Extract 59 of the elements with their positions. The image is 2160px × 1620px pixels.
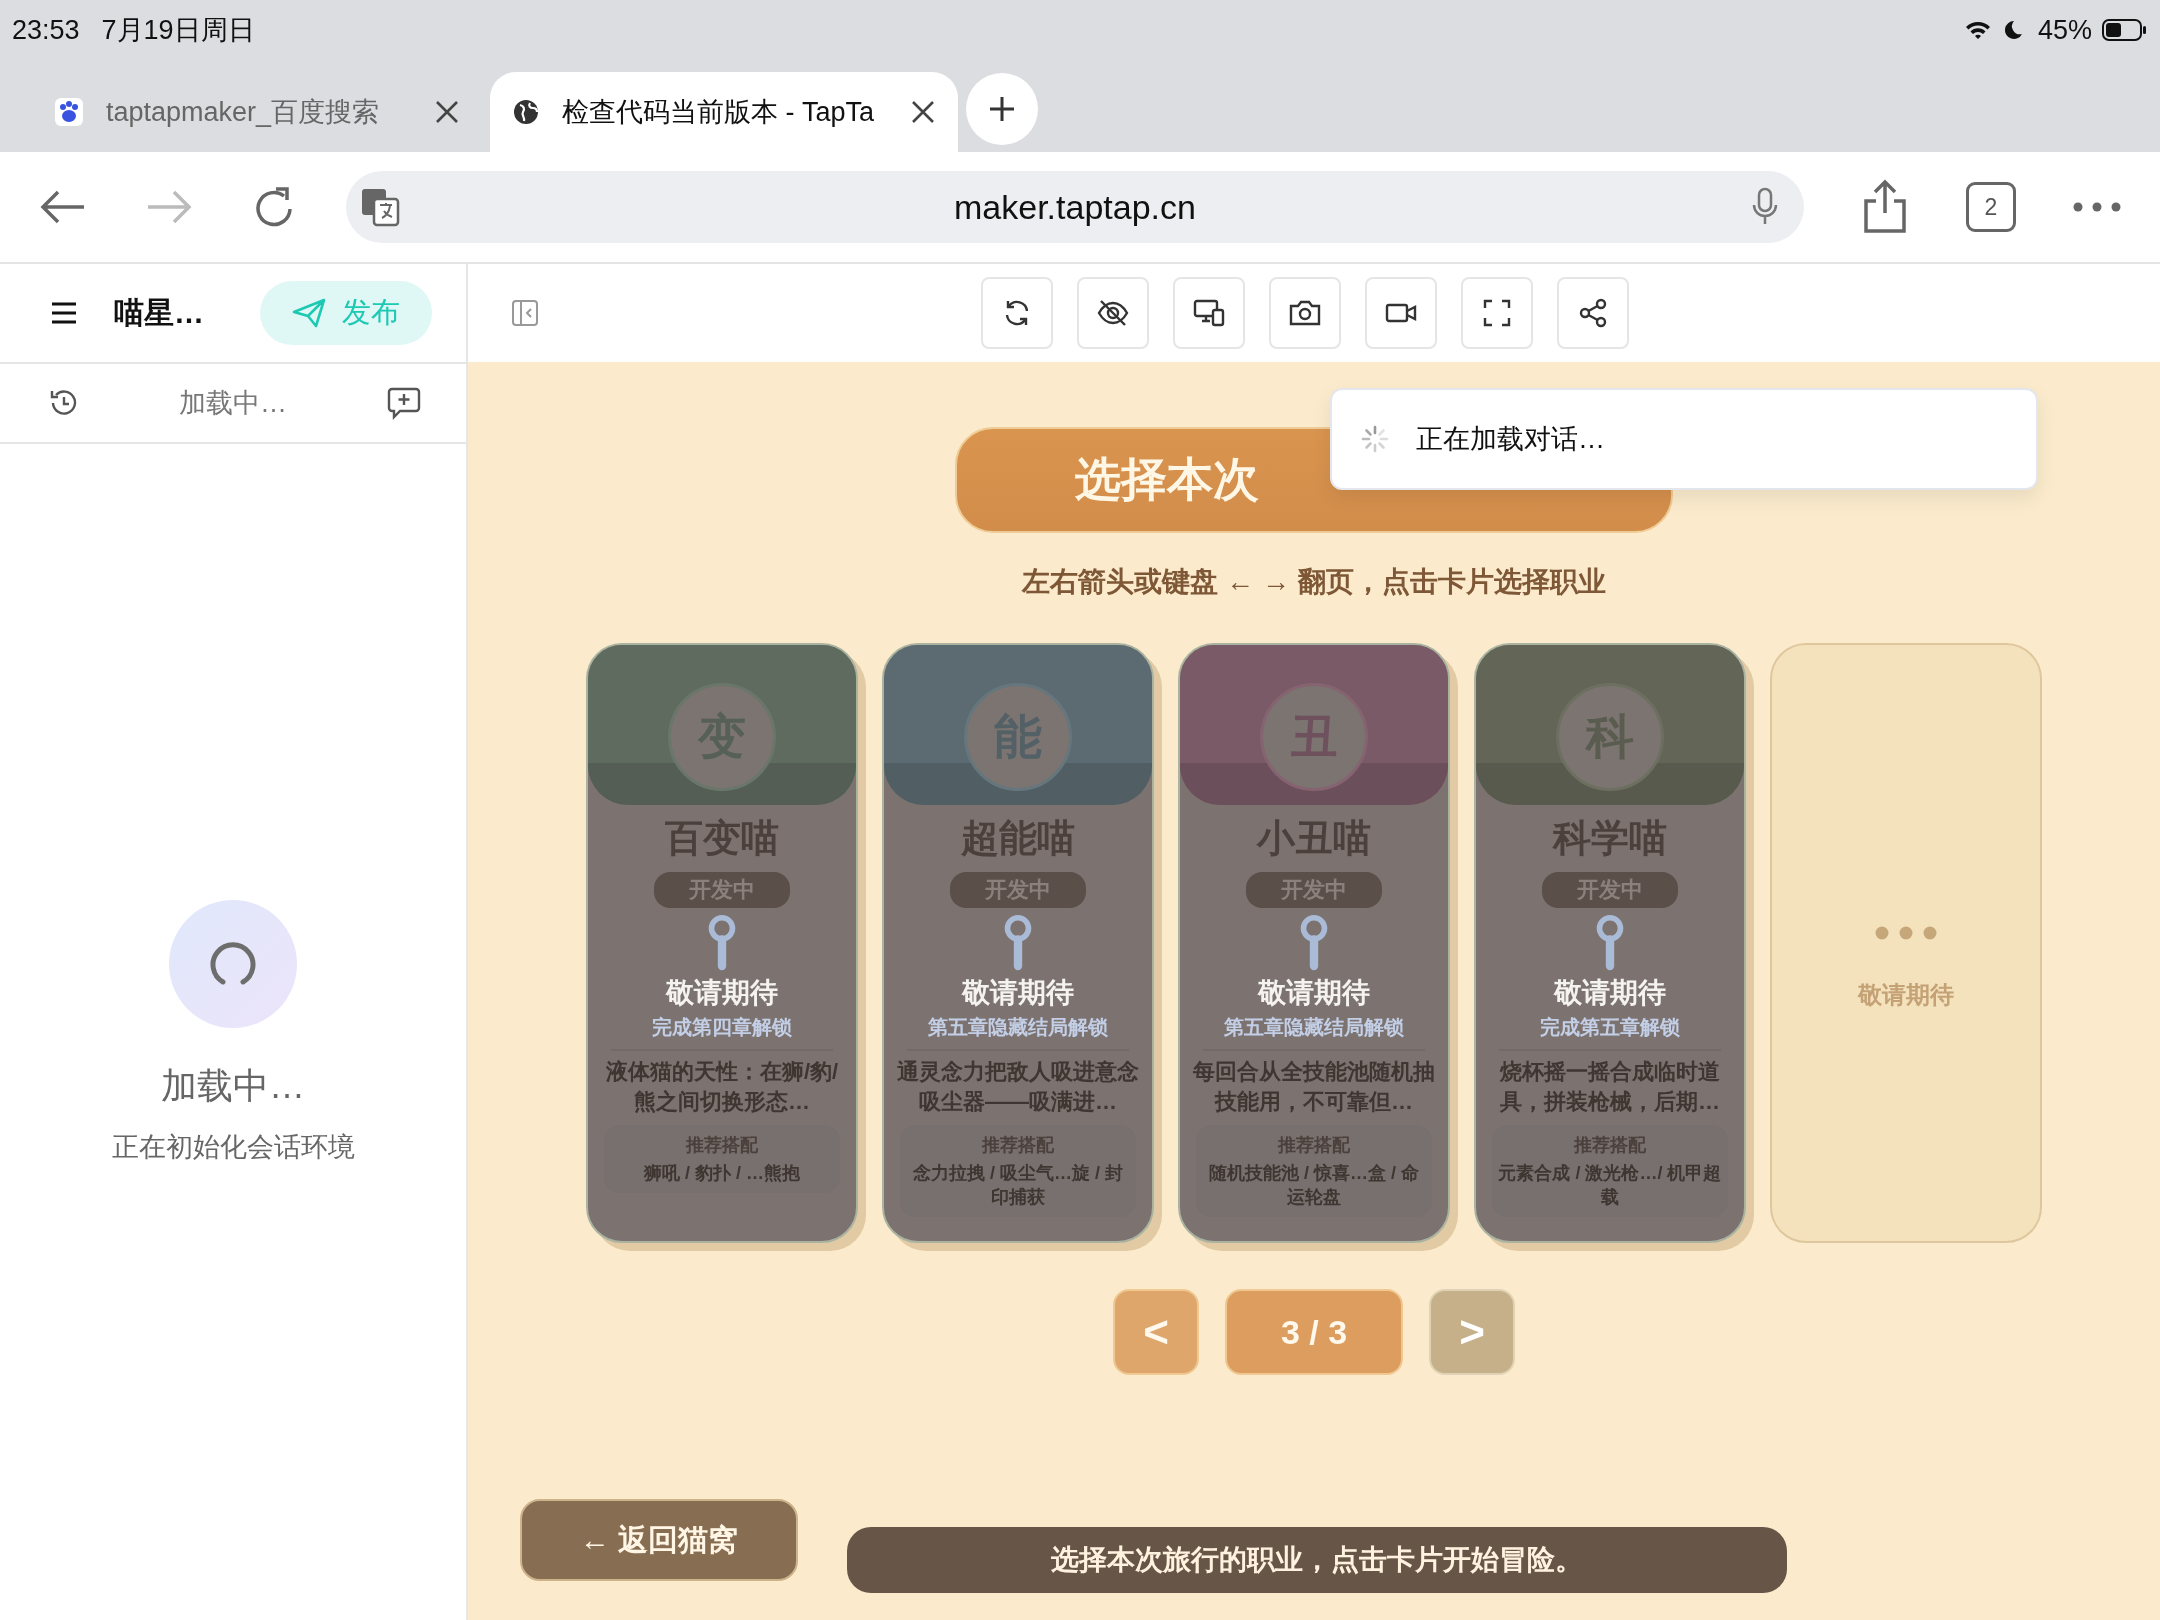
locked-label: 敬请期待 xyxy=(1258,976,1370,1010)
screenshot-button[interactable] xyxy=(1269,277,1341,349)
record-button[interactable] xyxy=(1365,277,1437,349)
back-button[interactable]: ← 返回猫窝 xyxy=(520,1499,798,1581)
job-description: 烧杯摇一摇合成临时道具，拼装枪械，后期… xyxy=(1499,1058,1721,1116)
devices-button[interactable] xyxy=(1173,277,1245,349)
recommend-skills: 随机技能池 / 惊喜…盒 / 命运轮盘 xyxy=(1208,1162,1420,1209)
hint-text: 左右箭头或键盘 ← → 翻页，点击卡片选择职业 xyxy=(1022,565,1606,599)
address-bar[interactable]: maker.taptap.cn xyxy=(346,171,1804,243)
recommend-skills: 念力拉拽 / 吸尘气…旋 / 封印捕获 xyxy=(912,1162,1124,1209)
share-button[interactable] xyxy=(1557,277,1629,349)
close-icon[interactable] xyxy=(434,99,460,125)
locked-label: 敬请期待 xyxy=(666,976,778,1010)
status-time: 23:53 xyxy=(12,14,80,46)
fullscreen-icon xyxy=(1481,297,1513,329)
close-icon[interactable] xyxy=(910,99,936,125)
tab-count-button[interactable]: 2 xyxy=(1966,182,2016,232)
unlock-condition: 第五章隐藏结局解锁 xyxy=(928,1015,1108,1040)
instruction-bar: 选择本次旅行的职业，点击卡片开始冒险。 xyxy=(847,1527,1787,1593)
unlock-condition: 第五章隐藏结局解锁 xyxy=(1224,1015,1404,1040)
globe-icon xyxy=(512,98,540,126)
plus-icon xyxy=(987,94,1017,124)
menu-icon[interactable] xyxy=(50,301,78,325)
more-icon[interactable] xyxy=(2072,201,2122,213)
project-title: 喵星… xyxy=(114,294,205,331)
loading-text: 正在初始化会话环境 xyxy=(111,1131,355,1164)
page-indicator: 3 / 3 xyxy=(1225,1289,1403,1375)
unlock-condition: 完成第五章解锁 xyxy=(1540,1015,1680,1040)
new-chat-icon[interactable] xyxy=(386,386,422,420)
job-description: 液体猫的天性：在狮/豹/熊之间切换形态… xyxy=(604,1058,840,1116)
locked-label: 敬请期待 xyxy=(1554,976,1666,1010)
locked-label: 敬请期待 xyxy=(962,976,1074,1010)
refresh-button[interactable] xyxy=(981,277,1053,349)
paw-icon xyxy=(54,97,84,127)
send-icon xyxy=(292,298,326,328)
job-description: 通灵念力把敌人吸进意念吸尘器——吸满进… xyxy=(896,1058,1140,1116)
recommend-skills: 狮吼 / 豹扑 / …熊抱 xyxy=(644,1162,800,1185)
browser-tab[interactable]: taptapmaker_百度搜索 xyxy=(32,72,482,152)
battery-icon xyxy=(2102,18,2148,42)
session-title: 加载中… xyxy=(178,387,288,420)
fullscreen-button[interactable] xyxy=(1461,277,1533,349)
ellipsis-icon xyxy=(1874,925,1938,941)
share-nodes-icon xyxy=(1577,297,1609,329)
devices-icon xyxy=(1192,297,1226,329)
spinner-icon xyxy=(1360,424,1390,454)
status-date: 7月19日周日 xyxy=(101,14,255,47)
battery-percent: 45% xyxy=(2037,14,2092,46)
browser-tab[interactable]: 检查代码当前版本 - TapTa xyxy=(490,72,958,152)
unlock-condition: 完成第四章解锁 xyxy=(652,1015,792,1040)
job-description: 每回合从全技能池随机抽技能用，不可靠但… xyxy=(1192,1058,1436,1116)
translate-icon[interactable] xyxy=(360,187,400,227)
collapse-sidebar-icon[interactable] xyxy=(510,298,540,328)
hide-button[interactable] xyxy=(1077,277,1149,349)
coming-soon-text: 敬请期待 xyxy=(1858,980,1954,1010)
loading-toast: 正在加载对话… xyxy=(1330,388,2038,490)
eye-off-icon xyxy=(1096,298,1130,328)
microphone-icon[interactable] xyxy=(1750,187,1780,227)
loading-title: 加载中… xyxy=(161,1064,305,1108)
recommend-skills: 元素合成 / 激光枪…/ 机甲超载 xyxy=(1498,1162,1722,1209)
